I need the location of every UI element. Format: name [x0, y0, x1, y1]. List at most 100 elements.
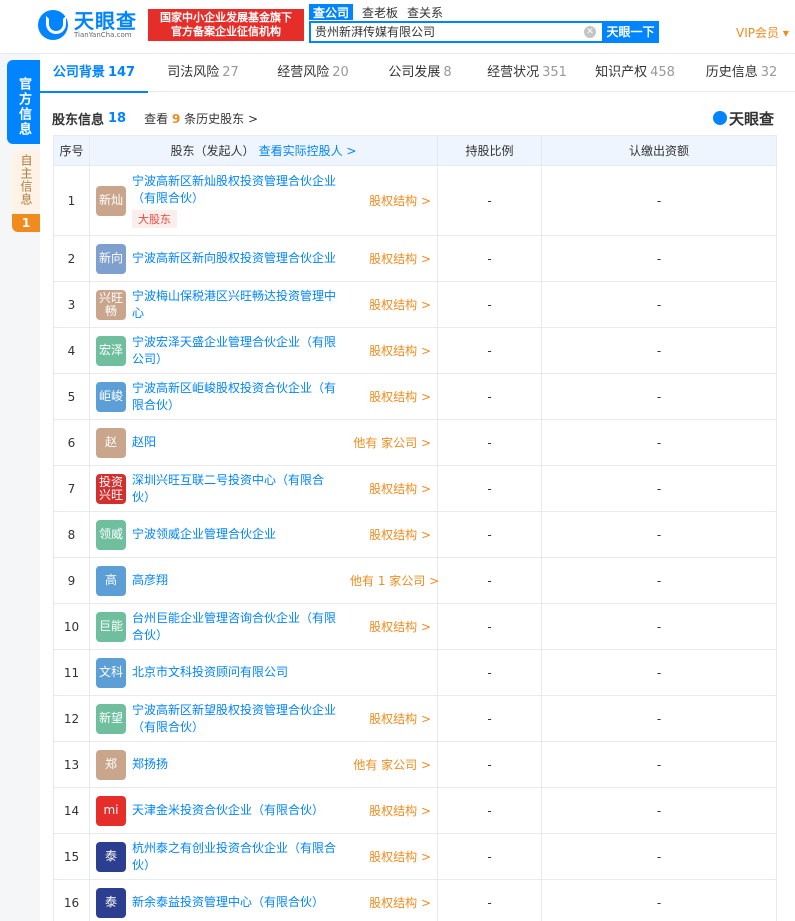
- table-row: 8 领威 宁波领威企业管理合伙企业 股权结构 > - -: [53, 511, 777, 558]
- row-index: 3: [53, 281, 90, 328]
- logo-eye-icon: [712, 111, 727, 125]
- shareholder-name-link[interactable]: 赵阳: [132, 434, 342, 451]
- row-index: 2: [53, 235, 90, 282]
- col-ratio: 持股比例: [437, 135, 542, 166]
- table-header-row: 序号 股东（发起人） 查看实际控股人 > 持股比例 认缴出资额: [53, 135, 777, 166]
- actual-controller-link[interactable]: 查看实际控股人 >: [259, 144, 357, 158]
- shareholder-avatar: 高: [96, 565, 126, 596]
- shareholder-avatar: 泰: [96, 841, 126, 872]
- equity-structure-link[interactable]: 股权结构 >: [369, 618, 431, 635]
- shareholder-name-link[interactable]: 宁波宏泽天盛企业管理合伙企业（有限公司）: [132, 334, 342, 368]
- shareholder-name-link[interactable]: 北京市文科投资顾问有限公司: [132, 664, 342, 681]
- equity-structure-link[interactable]: 股权结构 >: [369, 526, 431, 543]
- shareholder-name-link[interactable]: 宁波高新区新向股权投资管理合伙企业: [132, 250, 342, 267]
- equity-structure-link[interactable]: 股权结构 >: [369, 710, 431, 727]
- shareholder-avatar: 新灿: [96, 185, 126, 216]
- shareholder-name-link[interactable]: 宁波领威企业管理合伙企业: [132, 526, 342, 543]
- shareholder-avatar: 投资兴旺: [96, 473, 126, 504]
- equity-structure-link[interactable]: 股权结构 >: [369, 342, 431, 359]
- row-index: 6: [53, 419, 90, 466]
- subscribed-capital: -: [541, 511, 777, 558]
- equity-structure-link[interactable]: 他有 家公司 >: [353, 756, 431, 773]
- subscribed-capital: -: [541, 327, 777, 374]
- row-index: 12: [53, 695, 90, 742]
- vip-menu[interactable]: VIP会员 ▾: [736, 24, 789, 41]
- tab-company-development[interactable]: 公司发展 8: [368, 54, 472, 92]
- equity-structure-link[interactable]: 他有 1 家公司 >: [350, 572, 439, 589]
- equity-structure-link[interactable]: 股权结构 >: [369, 480, 431, 497]
- major-shareholder-badge: 大股东: [132, 210, 177, 228]
- shareholder-name-link[interactable]: 宁波高新区新望股权投资管理合伙企业（有限合伙）: [132, 702, 342, 736]
- official-badge: 国家中小企业发展基金旗下 官方备案企业征信机构: [148, 9, 304, 41]
- shareholder-avatar: 新望: [96, 703, 126, 734]
- tab-search-boss[interactable]: 查老板: [362, 4, 398, 20]
- tab-operation-risk[interactable]: 经营风险 20: [258, 54, 368, 92]
- side-tab-official[interactable]: 官方信息: [7, 60, 40, 144]
- equity-structure-link[interactable]: 他有 家公司 >: [353, 434, 431, 451]
- tab-intellectual-property[interactable]: 知识产权 458: [582, 54, 688, 92]
- subscribed-capital: -: [541, 165, 777, 236]
- table-row: 6 赵赵阳 他有 家公司 > - -: [53, 419, 777, 466]
- row-index: 13: [53, 741, 90, 788]
- share-ratio: -: [437, 165, 542, 236]
- share-ratio: -: [437, 741, 542, 788]
- top-header: 天眼查 TianYanCha.com 国家中小企业发展基金旗下 官方备案企业征信…: [0, 0, 795, 54]
- shareholder-name-link[interactable]: 深圳兴旺互联二号投资中心（有限合伙）: [132, 472, 342, 506]
- equity-structure-link[interactable]: 股权结构 >: [369, 894, 431, 911]
- search-input[interactable]: 贵州新湃传媒有限公司 ✕: [309, 21, 602, 43]
- tab-legal-risk[interactable]: 司法风险 27: [148, 54, 258, 92]
- equity-structure-link[interactable]: 股权结构 >: [369, 848, 431, 865]
- tab-operation-status[interactable]: 经营状况 351: [472, 54, 582, 92]
- row-index: 11: [53, 649, 90, 696]
- history-shareholders-link[interactable]: 查看 9 条历史股东 >: [144, 110, 258, 127]
- logo-subtext: TianYanCha.com: [74, 30, 132, 39]
- row-index: 9: [53, 557, 90, 604]
- table-row: 11 文科 北京市文科投资顾问有限公司 - -: [53, 649, 777, 696]
- equity-structure-link[interactable]: 股权结构 >: [369, 296, 431, 313]
- table-row: 13 郑郑扬扬 他有 家公司 > - -: [53, 741, 777, 788]
- shareholder-name-link[interactable]: 高彦翔: [132, 572, 342, 589]
- subscribed-capital: -: [541, 419, 777, 466]
- equity-structure-link[interactable]: 股权结构 >: [369, 388, 431, 405]
- shareholder-avatar: 文科: [96, 657, 126, 688]
- equity-structure-link[interactable]: 股权结构 >: [369, 192, 431, 209]
- share-ratio: -: [437, 235, 542, 282]
- row-index: 5: [53, 373, 90, 420]
- shareholder-avatar: 宏泽: [96, 335, 126, 366]
- clear-icon[interactable]: ✕: [584, 26, 596, 38]
- shareholder-name-link[interactable]: 宁波高新区岠峻股权投资合伙企业（有限合伙）: [132, 380, 342, 414]
- shareholder-avatar: 新向: [96, 243, 126, 274]
- shareholder-name-link[interactable]: 新余泰益投资管理中心（有限合伙）: [132, 894, 342, 911]
- tab-history-info[interactable]: 历史信息 32: [688, 54, 795, 92]
- shareholder-avatar: 郑: [96, 749, 126, 780]
- table-row: 4 宏泽 宁波宏泽天盛企业管理合伙企业（有限公司） 股权结构 > - -: [53, 327, 777, 374]
- tab-search-company[interactable]: 查公司: [309, 4, 354, 20]
- shareholder-avatar: 领威: [96, 519, 126, 550]
- tab-company-background[interactable]: 公司背景 147: [40, 54, 148, 93]
- shareholder-avatar: 赵: [96, 427, 126, 458]
- side-tab-self[interactable]: 自主信息 1: [12, 150, 40, 232]
- subscribed-capital: -: [541, 235, 777, 282]
- shareholder-name-link[interactable]: 宁波梅山保税港区兴旺畅达投资管理中心: [132, 288, 342, 322]
- col-index: 序号: [53, 135, 90, 166]
- tab-search-relation[interactable]: 查关系: [407, 4, 443, 20]
- shareholder-name-link[interactable]: 台州巨能企业管理咨询合伙企业（有限合伙）: [132, 610, 342, 644]
- logo[interactable]: 天眼查 TianYanCha.com: [38, 8, 142, 42]
- row-index: 1: [53, 165, 90, 236]
- subscribed-capital: -: [541, 695, 777, 742]
- shareholder-name-link[interactable]: 杭州泰之有创业投资合伙企业（有限合伙）: [132, 840, 342, 874]
- shareholder-name-link[interactable]: 天津金米投资合伙企业（有限合伙）: [132, 802, 342, 819]
- share-ratio: -: [437, 649, 542, 696]
- shareholder-name-link[interactable]: 宁波高新区新灿股权投资管理合伙企业（有限合伙）: [132, 173, 342, 207]
- equity-structure-link[interactable]: 股权结构 >: [369, 802, 431, 819]
- shareholder-avatar: 泰: [96, 887, 126, 918]
- subscribed-capital: -: [541, 281, 777, 328]
- share-ratio: -: [437, 465, 542, 512]
- search-button[interactable]: 天眼一下: [602, 21, 659, 43]
- row-index: 16: [53, 879, 90, 921]
- share-ratio: -: [437, 557, 542, 604]
- equity-structure-link[interactable]: 股权结构 >: [369, 250, 431, 267]
- shareholder-table: 序号 股东（发起人） 查看实际控股人 > 持股比例 认缴出资额 1 新灿 宁波高新区新…: [53, 135, 777, 921]
- shareholder-name-link[interactable]: 郑扬扬: [132, 756, 342, 773]
- row-index: 8: [53, 511, 90, 558]
